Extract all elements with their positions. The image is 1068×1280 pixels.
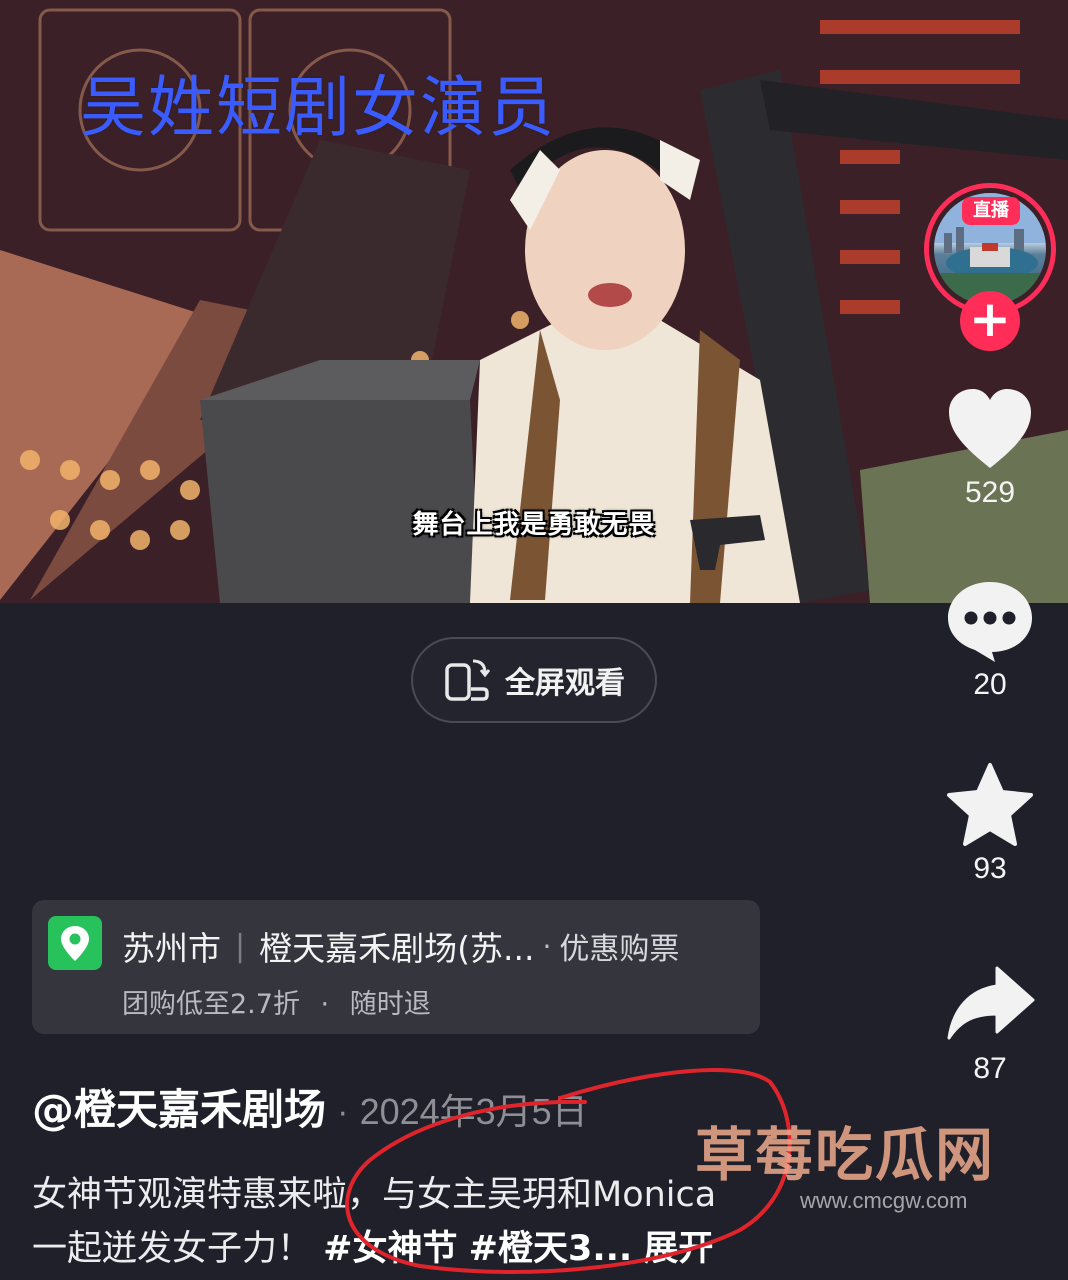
location-pin-icon xyxy=(48,916,102,970)
favorite-action[interactable]: 93 xyxy=(940,762,1040,886)
share-arrow-icon xyxy=(947,966,1035,1040)
fullscreen-button[interactable]: 全屏观看 xyxy=(411,637,657,723)
description-line-2: 一起迸发女子力！ #女神节 #橙天3... 展开 xyxy=(32,1222,832,1276)
video-overlay-title: 吴姓短剧女演员 xyxy=(80,69,556,146)
expand-button[interactable]: 展开 xyxy=(643,1229,713,1269)
location-city: 苏州市 xyxy=(122,929,221,968)
location-card[interactable]: 苏州市 | 橙天嘉禾剧场(苏... · 优惠购票 团购低至2.7折 · 随时退 xyxy=(32,900,760,1034)
watermark-url: www.cmcgw.com xyxy=(800,1188,968,1213)
share-count: 87 xyxy=(973,1052,1007,1085)
location-deal-row: 团购低至2.7折 · 随时退 xyxy=(122,982,431,1021)
author-name[interactable]: @橙天嘉禾剧场 xyxy=(32,1076,326,1137)
location-title-row: 苏州市 | 橙天嘉禾剧场(苏... · 优惠购票 xyxy=(122,922,679,970)
date-dot: · xyxy=(338,1097,348,1132)
follow-button[interactable]: + xyxy=(960,291,1020,351)
rotate-screen-icon xyxy=(445,659,491,701)
hashtag-chengtian[interactable]: #橙天3 xyxy=(469,1229,593,1269)
star-icon xyxy=(947,763,1033,846)
location-separator: | xyxy=(235,928,246,964)
video-subtitle: 舞台上我是勇敢无畏 xyxy=(412,510,656,540)
heart-icon xyxy=(949,389,1031,468)
description-ellipsis: ... xyxy=(592,1229,633,1269)
live-badge: 直播 xyxy=(962,197,1020,225)
video-player[interactable]: 吴姓短剧女演员 舞台上我是勇敢无畏 xyxy=(0,0,1068,603)
hashtag-goddess-day[interactable]: #女神节 xyxy=(323,1229,457,1269)
comment-count: 20 xyxy=(973,668,1007,701)
post-date: 2024年3月5日 xyxy=(359,1091,588,1132)
location-venue: 橙天嘉禾剧场(苏... xyxy=(259,929,535,968)
watermark-brand: 草莓吃瓜网 xyxy=(695,1121,996,1189)
location-dot: · xyxy=(542,929,552,963)
fullscreen-label: 全屏观看 xyxy=(505,666,625,701)
share-action[interactable]: 87 xyxy=(940,962,1040,1086)
author-row: @橙天嘉禾剧场 · 2024年3月5日 xyxy=(32,1076,588,1137)
refund-text: 随时退 xyxy=(349,989,431,1020)
like-count: 529 xyxy=(964,476,1016,509)
deal-dot: · xyxy=(320,989,330,1020)
like-action[interactable]: 529 xyxy=(940,386,1040,510)
favorite-count: 93 xyxy=(973,852,1007,885)
description-text: 一起迸发女子力！ xyxy=(32,1229,313,1269)
author-avatar-live[interactable]: 直播 + xyxy=(924,183,1056,351)
comment-icon xyxy=(948,582,1032,662)
comment-action[interactable]: 20 xyxy=(940,578,1040,702)
buy-ticket-link[interactable]: 优惠购票 xyxy=(559,924,679,968)
deal-text: 团购低至2.7折 xyxy=(122,989,300,1020)
